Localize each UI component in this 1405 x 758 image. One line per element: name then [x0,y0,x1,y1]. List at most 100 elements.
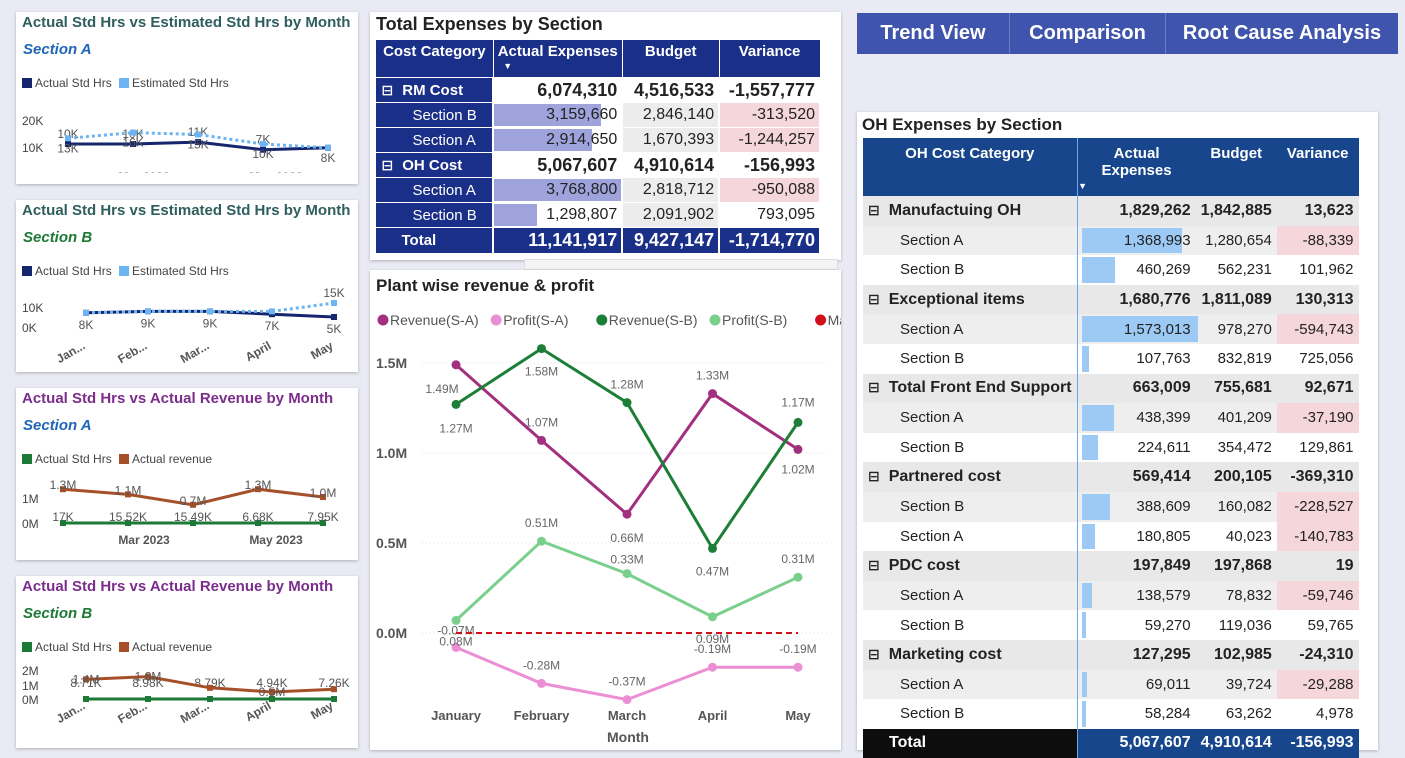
sort-desc-icon[interactable]: ▼ [1078,181,1087,191]
col-header-actual-expenses[interactable]: Actual Expenses ▼ [1076,138,1196,196]
budget-cell: 1,280,654 [1195,225,1277,256]
collapse-icon[interactable]: ⊟ [868,202,880,219]
col-header-budget[interactable]: Budget [1195,138,1277,196]
table-row[interactable]: Section A 180,805 40,023 -140,783 [863,521,1359,552]
legend-label: Estimated Std Hrs [132,76,229,90]
budget-cell: 119,036 [1195,610,1277,640]
chart-title: Actual Std Hrs vs Estimated Std Hrs by M… [22,14,351,31]
total-budget: 9,427,147 [622,227,721,254]
variance-cell: 725,056 [1276,343,1359,374]
chart-title: Actual Std Hrs vs Actual Revenue by Mont… [22,578,334,595]
table-row[interactable]: Section B 3,159,660 2,846,140 -313,520 [375,102,821,128]
data-point [537,536,546,546]
variance-cell: -24,310 [1276,639,1359,670]
variance-cell: -88,339 [1276,225,1359,256]
group-row[interactable]: ⊟ Total Front End Support 663,009 755,681 92… [863,373,1359,404]
category-label: PDC cost [888,556,960,574]
mini-chart-card-3[interactable]: Actual Std Hrs vs Actual Revenue by Mont… [16,388,358,560]
category-label: Total Front End Support [888,379,1072,397]
sort-desc-icon[interactable]: ▼ [503,61,512,71]
group-row[interactable]: ⊟ RM Cost 6,074,310 4,516,533 -1,557,777 [375,77,821,103]
section-cell: Section A [863,669,1078,700]
group-row[interactable]: ⊟ PDC cost 197,849 197,868 19 [863,551,1359,581]
chart-subtitle: Section A [23,41,92,58]
col-header-actual-expenses[interactable]: Actual Expenses ▼ [492,39,623,78]
group-row[interactable]: ⊟ OH Cost 5,067,607 4,910,614 -156,993 [375,152,821,178]
variance-cell: 4,978 [1276,699,1359,729]
actual-cell: 180,805 [1076,521,1196,552]
collapse-icon[interactable]: ⊟ [382,157,394,174]
table-row[interactable]: Section B 58,284 63,262 4,978 [863,699,1359,729]
mini-chart-card-4[interactable]: Actual Std Hrs vs Actual Revenue by Mont… [16,576,358,748]
data-point [537,344,546,354]
mini-chart-card-2[interactable]: Actual Std Hrs vs Estimated Std Hrs by M… [16,200,358,372]
collapse-icon[interactable]: ⊟ [868,379,880,396]
oh-expenses-table[interactable]: OH Cost Category Actual Expenses ▼ Budget… [863,138,1359,758]
total-expenses-card[interactable]: Total Expenses by Section Cost Category … [370,12,841,260]
collapse-icon[interactable]: ⊟ [382,82,394,99]
table-row[interactable]: Section B 388,609 160,082 -228,527 [863,491,1359,522]
table-row[interactable]: Section B 224,611 354,472 129,861 [863,432,1359,463]
collapse-icon[interactable]: ⊟ [868,646,880,663]
variance-cell: -1,557,777 [719,77,821,103]
oh-expenses-card[interactable]: OH Expenses by Section OH Cost Category … [857,112,1378,758]
collapse-icon[interactable]: ⊟ [868,557,880,574]
data-label: 0.51M [525,516,558,530]
group-row[interactable]: ⊟ Marketing cost 127,295 102,985 -24,310 [863,639,1359,670]
table-row[interactable]: Section A 438,399 401,209 -37,190 [863,403,1359,433]
data-bar [1081,405,1115,431]
plant-revenue-card[interactable]: Plant wise revenue & profit Revenue(S-A)… [370,270,841,750]
budget-cell: 1,842,885 [1195,196,1277,226]
group-row[interactable]: ⊟ Partnered cost 569,414 200,105 -369,310 [863,462,1359,492]
col-header-oh-cost-category[interactable]: OH Cost Category [863,138,1078,196]
budget-cell: 2,818,712 [622,177,721,203]
data-point [207,696,213,702]
section-cell: Section B [863,255,1078,285]
data-point [793,572,803,582]
trend-view-button[interactable]: Trend View [857,13,1010,54]
y-tick-label: 1.5M [376,355,407,371]
col-header-cost-category[interactable]: Cost Category [375,39,494,78]
col-header-variance[interactable]: Variance [1276,138,1359,196]
cost-category-cell: ⊟ Marketing cost [863,639,1078,670]
table-row[interactable]: Section B 107,763 832,819 725,056 [863,343,1359,374]
table-row[interactable]: Section A 2,914,650 1,670,393 -1,244,257 [375,127,821,153]
data-label: 0.33M [610,553,643,567]
table-row[interactable]: Section B 59,270 119,036 59,765 [863,610,1359,640]
data-point [793,662,803,672]
data-label: 8K [321,151,336,165]
table-row[interactable]: Section B 1,298,807 2,091,902 793,095 [375,202,821,228]
actual-value: 3,768,800 [546,181,618,198]
table-row[interactable]: Section A 1,573,013 978,270 -594,743 [863,314,1359,344]
actual-cell: 138,579 [1076,580,1196,611]
mini-chart-card-1[interactable]: Actual Std Hrs vs Estimated Std Hrs by M… [16,12,358,184]
table-row[interactable]: Section A 69,011 39,724 -29,288 [863,669,1359,700]
x-tick-label: May [308,338,335,362]
table-row[interactable]: Section A 3,768,800 2,818,712 -950,088 [375,177,821,203]
variance-cell: 92,671 [1276,373,1359,404]
actual-value: 6,074,310 [537,79,618,100]
group-row[interactable]: ⊟ Exceptional items 1,680,776 1,811,089 130,… [863,284,1359,315]
col-header-budget[interactable]: Budget [621,39,720,78]
cost-category-cell: Section B [375,202,495,228]
group-row[interactable]: ⊟ Manufactuing OH 1,829,262 1,842,885 13,623 [863,196,1359,226]
total-expenses-title: Total Expenses by Section [376,14,603,34]
comparison-button[interactable]: Comparison [1010,13,1166,54]
total-expenses-table[interactable]: Cost Category Actual Expenses ▼ Budget Va… [375,39,821,254]
actual-value: 460,269 [1136,261,1191,279]
y-tick-label: 1M [22,679,39,693]
y-tick-label: 0K [22,321,37,335]
table-row[interactable]: Section A 1,368,993 1,280,654 -88,339 [863,225,1359,256]
collapse-icon[interactable]: ⊟ [868,468,880,485]
table-row[interactable]: Section B 460,269 562,231 101,962 [863,255,1359,285]
data-point [451,360,461,370]
col-header-variance[interactable]: Variance [718,39,821,78]
collapse-icon[interactable]: ⊟ [868,291,880,308]
data-point [622,509,632,519]
total-actual: 11,141,917 [493,227,624,254]
data-label: 15K [323,286,344,300]
root-cause-analysis-button[interactable]: Root Cause Analysis [1166,13,1398,54]
table-row[interactable]: Section A 138,579 78,832 -59,746 [863,580,1359,611]
actual-value: 2,914,650 [546,131,618,148]
visual-header-toolbar[interactable] [524,259,838,270]
